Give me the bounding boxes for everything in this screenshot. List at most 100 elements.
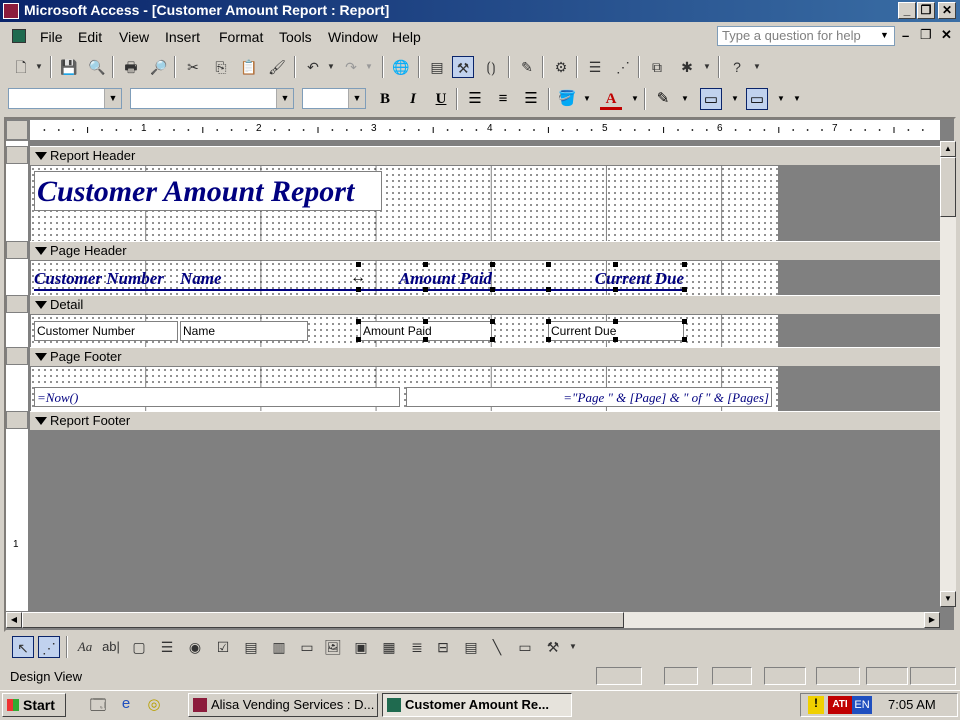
ati-tray-icon[interactable]: ATI (828, 696, 852, 714)
task-button-report[interactable]: Customer Amount Re... (382, 693, 572, 717)
page-footer-bar[interactable]: Page Footer (30, 347, 940, 367)
object-selector-combo[interactable]: ▼ (8, 88, 122, 109)
band-selector[interactable] (6, 347, 28, 365)
search-file-icon[interactable]: 🔍 (86, 56, 108, 78)
chevron-down-icon[interactable]: ▼ (724, 88, 746, 110)
internet-explorer-icon[interactable]: e (116, 695, 136, 715)
autoformat-icon[interactable]: ✎ (516, 56, 538, 78)
option-group-icon[interactable]: ▢ (128, 636, 150, 658)
checkbox-icon[interactable]: ☑ (212, 636, 234, 658)
bold-button[interactable]: B (374, 88, 396, 110)
menu-insert[interactable]: Insert (165, 29, 200, 45)
toolbox-icon[interactable]: ⚒ (452, 56, 474, 78)
unbound-object-frame-icon[interactable]: ▣ (350, 636, 372, 658)
copy-icon[interactable]: ⎘ (210, 56, 232, 78)
menu-edit[interactable]: Edit (78, 29, 102, 45)
scroll-thumb[interactable] (22, 612, 624, 628)
report-header-bar[interactable]: Report Header (30, 146, 940, 166)
name-header-label[interactable]: Name (180, 268, 300, 290)
band-selector[interactable] (6, 411, 28, 429)
access-app-icon[interactable] (3, 3, 19, 19)
band-selector[interactable] (6, 146, 28, 164)
command-button-icon[interactable]: ▭ (296, 636, 318, 658)
chevron-down-icon[interactable]: ▼ (696, 56, 718, 78)
field-list-icon[interactable]: ▤ (426, 56, 448, 78)
label-tool-icon[interactable]: Aa (74, 636, 96, 658)
option-button-icon[interactable]: ◉ (184, 636, 206, 658)
doc-close-button[interactable]: ✕ (941, 27, 952, 43)
build-icon[interactable]: ⋰ (612, 56, 634, 78)
toolbar-options-icon[interactable]: ▼ (786, 88, 808, 110)
toolbar-options-icon[interactable]: ▼ (746, 56, 768, 78)
font-size-combo[interactable]: ▼ (302, 88, 366, 109)
rectangle-tool-icon[interactable]: ▭ (514, 636, 536, 658)
doc-minimize-button[interactable]: – (902, 28, 909, 43)
print-preview-icon[interactable]: 🔎 (148, 56, 170, 78)
hyperlink-icon[interactable]: 🌐 (390, 56, 412, 78)
page-header-section[interactable]: Customer Number Name Amount Paid Current… (30, 261, 778, 295)
vertical-scrollbar[interactable]: ▲ ▼ (940, 141, 956, 607)
tab-control-icon[interactable]: ⊟ (432, 636, 454, 658)
report-header-section[interactable]: Customer Amount Report (30, 166, 778, 241)
italic-button[interactable]: I (402, 88, 424, 110)
horizontal-scrollbar[interactable]: ◀ ▶ (6, 612, 940, 628)
line-color-icon[interactable]: ✎ (652, 88, 674, 110)
menu-tools[interactable]: Tools (279, 29, 312, 45)
now-date-field[interactable]: =Now() (34, 387, 400, 407)
format-painter-icon[interactable]: 🖌 (266, 56, 288, 78)
chevron-down-icon[interactable]: ▼ (28, 56, 50, 78)
line-tool-icon[interactable]: ╲ (486, 636, 508, 658)
paste-icon[interactable]: 📋 (238, 56, 260, 78)
report-selector[interactable] (6, 120, 28, 140)
page-break-icon[interactable]: ≣ (406, 636, 428, 658)
language-indicator[interactable]: EN (852, 696, 872, 714)
scroll-up-button[interactable]: ▲ (940, 141, 956, 157)
page-header-bar[interactable]: Page Header (30, 241, 940, 261)
menu-format[interactable]: Format (219, 29, 263, 45)
more-controls-icon[interactable]: ⚒ (542, 636, 564, 658)
chevron-down-icon[interactable]: ▼ (320, 56, 342, 78)
scroll-right-button[interactable]: ▶ (924, 612, 940, 628)
new-object-icon[interactable]: ✱ (676, 56, 698, 78)
select-objects-icon[interactable]: ↖ (12, 636, 34, 658)
image-icon[interactable]: 🖼 (322, 636, 344, 658)
font-name-combo[interactable]: ▼ (130, 88, 294, 109)
bound-object-frame-icon[interactable]: ▦ (378, 636, 400, 658)
control-wizards-icon[interactable]: ⋰ (38, 636, 60, 658)
menu-file[interactable]: File (40, 29, 63, 45)
chevron-down-icon[interactable]: ▼ (276, 89, 293, 108)
customer-number-field[interactable]: Customer Number (34, 321, 178, 341)
scroll-left-button[interactable]: ◀ (6, 612, 22, 628)
menu-view[interactable]: View (119, 29, 149, 45)
close-button[interactable]: ✕ (938, 2, 956, 19)
chevron-down-icon[interactable]: ▼ (348, 89, 365, 108)
print-icon[interactable]: 🖶 (120, 56, 142, 78)
restore-button[interactable]: ❐ (917, 2, 935, 19)
fill-color-icon[interactable]: 🪣 (556, 88, 578, 110)
doc-restore-button[interactable]: ❐ (920, 27, 932, 43)
chevron-down-icon[interactable]: ▼ (104, 89, 121, 108)
toolbar-options-icon[interactable]: ▼ (562, 636, 584, 658)
line-width-icon[interactable]: ▭ (700, 88, 722, 110)
underline-button[interactable]: U (430, 88, 452, 110)
toggle-button-icon[interactable]: ☰ (156, 636, 178, 658)
menu-help[interactable]: Help (392, 29, 421, 45)
page-footer-section[interactable]: =Now() ="Page " & [Page] & " of " & [Pag… (30, 367, 778, 411)
help-icon[interactable]: ? (726, 56, 748, 78)
page-number-field[interactable]: ="Page " & [Page] & " of " & [Pages] (406, 387, 772, 407)
menu-window[interactable]: Window (328, 29, 378, 45)
chevron-down-icon[interactable]: ▼ (674, 88, 696, 110)
list-box-icon[interactable]: ▥ (268, 636, 290, 658)
ask-question-input[interactable]: Type a question for help (717, 26, 895, 46)
minimize-button[interactable]: _ (898, 2, 916, 19)
report-footer-bar[interactable]: Report Footer (30, 411, 940, 431)
show-desktop-icon[interactable]: 🗔 (88, 695, 108, 715)
database-window-icon[interactable]: ⧉ (646, 56, 668, 78)
chevron-down-icon[interactable]: ▼ (624, 88, 646, 110)
code-icon[interactable]: ⚙ (550, 56, 572, 78)
subreport-icon[interactable]: ▤ (460, 636, 482, 658)
scroll-down-button[interactable]: ▼ (940, 591, 956, 607)
detail-bar[interactable]: Detail (30, 295, 940, 315)
cut-icon[interactable]: ✂ (182, 56, 204, 78)
special-effect-icon[interactable]: ▭ (746, 88, 768, 110)
